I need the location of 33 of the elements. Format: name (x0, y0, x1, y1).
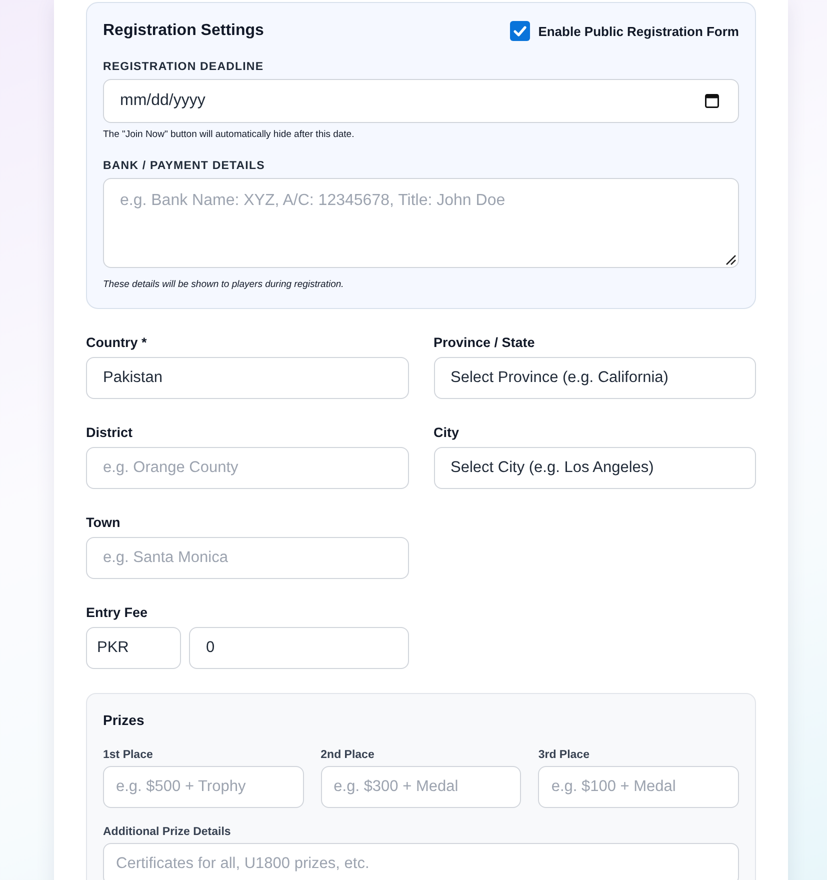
checkbox[interactable] (510, 21, 530, 41)
calendar-icon[interactable] (705, 93, 719, 108)
currency-field[interactable]: PKR (86, 627, 181, 669)
input-field[interactable]: e.g. $300 + Medal (320, 766, 522, 808)
input-field[interactable]: e.g. Santa Monica (86, 537, 408, 579)
checkbox-label: Enable Public Registration Form (538, 24, 739, 38)
field-label: REGISTRATION DEADLINE (103, 60, 265, 75)
field-label: Additional Prize Details (103, 825, 232, 839)
field-label: City (434, 425, 460, 441)
section-title: Registration Settings (103, 22, 264, 40)
input-field[interactable]: Select Province (e.g. California) (434, 357, 756, 399)
field-label: 3rd Place (538, 748, 590, 762)
input-field[interactable]: Certificates for all, U1800 prizes, etc. (103, 843, 739, 880)
field-label: BANK / PAYMENT DETAILS (103, 159, 266, 174)
section-title: Prizes (103, 712, 146, 728)
field-label: Country * (86, 335, 148, 351)
help-text: The "Join Now" button will automatically hide after this date. (103, 129, 356, 141)
field-label: 2nd Place (320, 748, 376, 762)
input-field[interactable]: e.g. $500 + Trophy (103, 766, 304, 808)
input-field[interactable]: Select City (e.g. Los Angeles) (434, 447, 756, 489)
amount-field[interactable]: 0 (189, 627, 408, 669)
field-label: 1st Place (103, 748, 154, 762)
textarea-field[interactable]: e.g. Bank Name: XYZ, A/C: 12345678, Title: John Doe (103, 178, 739, 268)
input-field[interactable]: Pakistan (86, 357, 408, 399)
input-field[interactable]: e.g. $100 + Medal (538, 766, 739, 808)
input-field[interactable]: e.g. Orange County (86, 447, 408, 489)
field-label: District (86, 425, 134, 441)
field-label: Entry Fee (86, 605, 149, 621)
date-field[interactable]: mm/dd/yyyy (103, 79, 739, 123)
help-text: These details will be shown to players during registration. (103, 279, 345, 291)
field-label: Town (86, 515, 122, 531)
field-label: Province / State (434, 335, 536, 351)
resize-handle-icon[interactable] (726, 255, 736, 265)
